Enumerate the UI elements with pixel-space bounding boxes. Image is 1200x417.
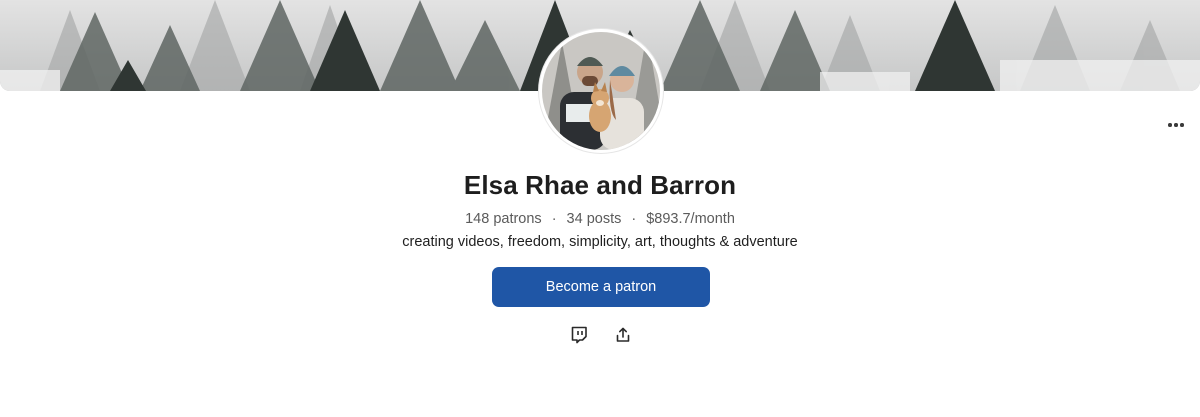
twitch-link[interactable] xyxy=(568,324,590,346)
share-button[interactable] xyxy=(612,324,634,346)
more-dot xyxy=(1168,123,1172,127)
monthly-earnings: $893.7/month xyxy=(646,211,735,227)
creator-tagline: creating videos, freedom, simplicity, ar… xyxy=(402,234,798,250)
creator-stats: 148 patrons · 34 posts · $893.7/month xyxy=(0,211,1200,227)
social-links xyxy=(0,324,1200,346)
more-options-button[interactable] xyxy=(1164,115,1188,135)
avatar-photo xyxy=(542,32,660,150)
separator-dot: · xyxy=(551,211,557,227)
creator-page: Elsa Rhae and Barron 148 patrons · 34 post… xyxy=(0,0,1200,417)
become-patron-button[interactable]: Become a patron xyxy=(492,267,710,307)
patron-count: 148 patrons xyxy=(465,211,542,227)
twitch-icon xyxy=(571,326,587,344)
creator-name: Elsa Rhae and Barron xyxy=(463,170,737,200)
separator-dot: · xyxy=(631,211,637,227)
more-dot xyxy=(1180,123,1184,127)
avatar xyxy=(539,29,663,153)
share-icon xyxy=(616,327,630,342)
more-dot xyxy=(1174,123,1178,127)
post-count: 34 posts xyxy=(566,211,622,227)
